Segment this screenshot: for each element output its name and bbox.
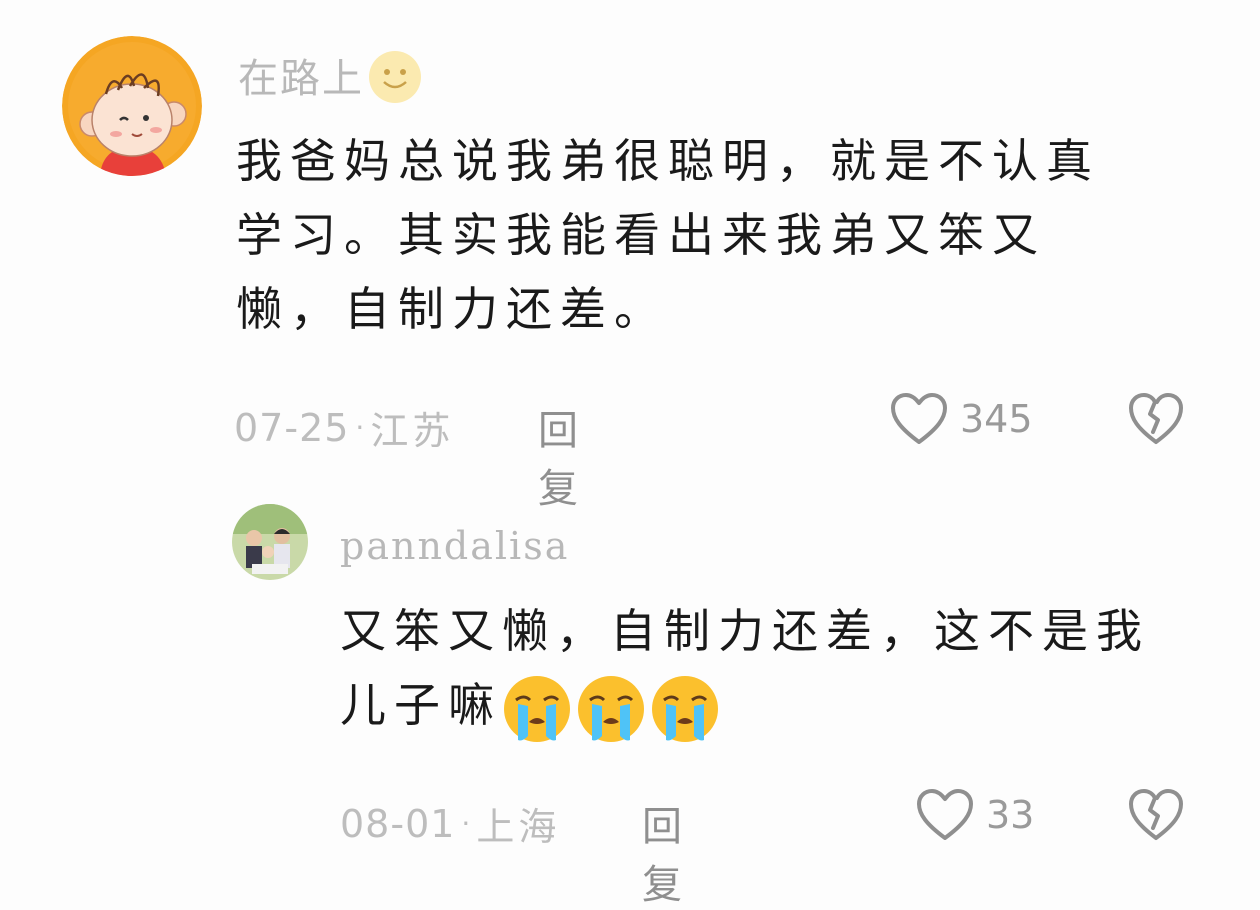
user-avatar[interactable] xyxy=(232,504,308,580)
crying-emoji-icon xyxy=(502,674,572,744)
like-count: 345 xyxy=(960,397,1033,441)
reply-button[interactable]: 回复 xyxy=(538,398,582,514)
heart-icon xyxy=(917,789,973,840)
comment-text-line: 我爸妈总说我弟很聪明，就是不认真 xyxy=(236,134,1100,188)
comment-text-line: 儿子嘛 xyxy=(340,668,1220,744)
comment-text: 我爸妈总说我弟很聪明，就是不认真 学习。其实我能看出来我弟又笨又 懒，自制力还差… xyxy=(236,124,1196,346)
comment-text-line: 又笨又懒，自制力还差，这不是我 xyxy=(340,604,1150,658)
comment-text-line: 懒，自制力还差。 xyxy=(236,282,668,336)
crying-emoji-icon xyxy=(576,674,646,744)
like-button[interactable]: 345 xyxy=(890,392,1033,446)
like-button[interactable]: 33 xyxy=(916,788,1034,842)
broken-heart-icon xyxy=(1129,393,1183,444)
comment-text-line: 学习。其实我能看出来我弟又笨又 xyxy=(236,208,1046,262)
dislike-button[interactable] xyxy=(1128,392,1184,450)
heart-icon xyxy=(891,393,947,444)
meta-separator: · xyxy=(461,807,471,840)
comment-text: 又笨又懒，自制力还差，这不是我 儿子嘛 xyxy=(340,594,1220,744)
crying-emoji-icon xyxy=(650,674,720,744)
comment-username[interactable]: 在路上 xyxy=(238,46,422,114)
comment-date: 07-25 xyxy=(234,405,350,450)
comment-text-fragment: 儿子嘛 xyxy=(340,678,502,732)
comment-meta: 08-01 · 上海 xyxy=(340,796,560,851)
comment-location: 上海 xyxy=(476,805,561,849)
photo-avatar-icon xyxy=(232,504,308,580)
smile-emoji-icon xyxy=(368,50,422,114)
user-avatar[interactable] xyxy=(62,36,202,176)
comment-location: 江苏 xyxy=(370,409,455,453)
cartoon-avatar-icon xyxy=(62,36,202,176)
broken-heart-icon xyxy=(1129,789,1183,840)
dislike-button[interactable] xyxy=(1128,788,1184,846)
reply-button[interactable]: 回复 xyxy=(642,794,686,910)
comment-date: 08-01 xyxy=(340,801,456,846)
meta-separator: · xyxy=(355,411,365,444)
comment-username[interactable]: panndalisa xyxy=(340,524,569,568)
username-text: 在路上 xyxy=(238,56,364,102)
comment-meta: 07-25 · 江苏 xyxy=(234,400,454,455)
like-count: 33 xyxy=(986,793,1035,837)
